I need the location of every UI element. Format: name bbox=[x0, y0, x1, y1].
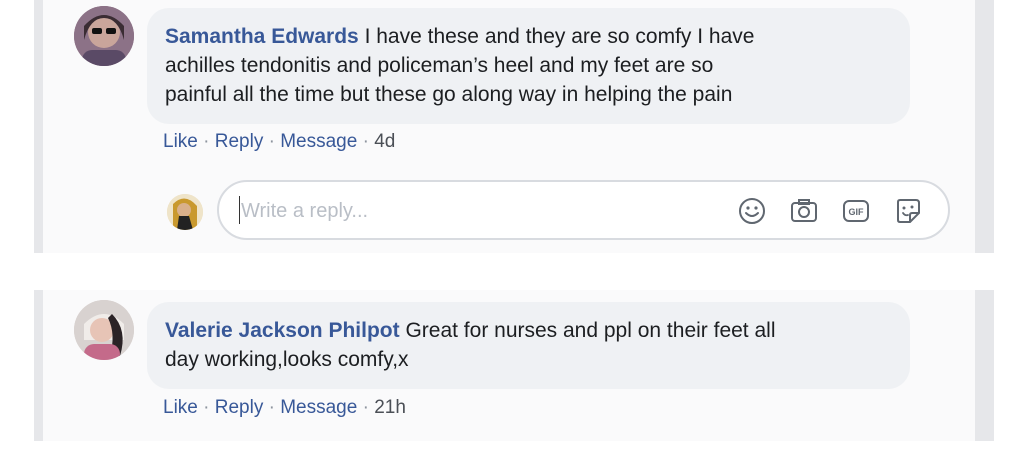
separator: · bbox=[357, 131, 375, 152]
avatar[interactable] bbox=[74, 6, 134, 66]
message-link[interactable]: Message bbox=[280, 131, 357, 152]
separator: · bbox=[263, 397, 281, 418]
reply-box[interactable]: GIF bbox=[217, 180, 950, 240]
comment-bubble: Samantha Edwards I have these and they a… bbox=[147, 8, 910, 124]
camera-icon[interactable] bbox=[789, 196, 819, 226]
like-link[interactable]: Like bbox=[163, 131, 198, 152]
sticker-icon[interactable] bbox=[893, 196, 923, 226]
reply-link[interactable]: Reply bbox=[215, 131, 264, 152]
message-link[interactable]: Message bbox=[280, 397, 357, 418]
reply-input[interactable] bbox=[239, 195, 713, 227]
comment-line: Samantha Edwards I have these and they a… bbox=[165, 22, 892, 51]
comment-text: Great for nurses and ppl on their feet a… bbox=[399, 319, 776, 342]
reply-link[interactable]: Reply bbox=[215, 397, 264, 418]
comment-text: day working,looks comfy,x bbox=[165, 348, 409, 371]
separator: · bbox=[357, 397, 375, 418]
gif-icon[interactable]: GIF bbox=[841, 196, 871, 226]
comment-text: painful all the time but these go along … bbox=[165, 83, 733, 106]
emoji-icon[interactable] bbox=[737, 196, 767, 226]
comment-bubble: Valerie Jackson Philpot Great for nurses… bbox=[147, 302, 910, 389]
avatar[interactable] bbox=[74, 300, 134, 360]
current-user-avatar[interactable] bbox=[167, 194, 203, 230]
comment-line: Valerie Jackson Philpot Great for nurses… bbox=[165, 316, 892, 345]
timestamp[interactable]: 4d bbox=[374, 131, 395, 152]
like-link[interactable]: Like bbox=[163, 397, 198, 418]
separator: · bbox=[197, 131, 215, 152]
comment-actions: Like · Reply · Message · 21h bbox=[163, 397, 406, 419]
comment-actions: Like · Reply · Message · 4d bbox=[163, 131, 395, 153]
separator: · bbox=[263, 131, 281, 152]
comment-text: achilles tendonitis and policeman’s heel… bbox=[165, 54, 714, 77]
separator: · bbox=[197, 397, 215, 418]
comment-author[interactable]: Samantha Edwards bbox=[165, 25, 359, 48]
comment-text: I have these and they are so comfy I hav… bbox=[358, 25, 755, 48]
timestamp[interactable]: 21h bbox=[374, 397, 406, 418]
comment-author[interactable]: Valerie Jackson Philpot bbox=[165, 319, 400, 342]
gif-label: GIF bbox=[849, 207, 865, 217]
